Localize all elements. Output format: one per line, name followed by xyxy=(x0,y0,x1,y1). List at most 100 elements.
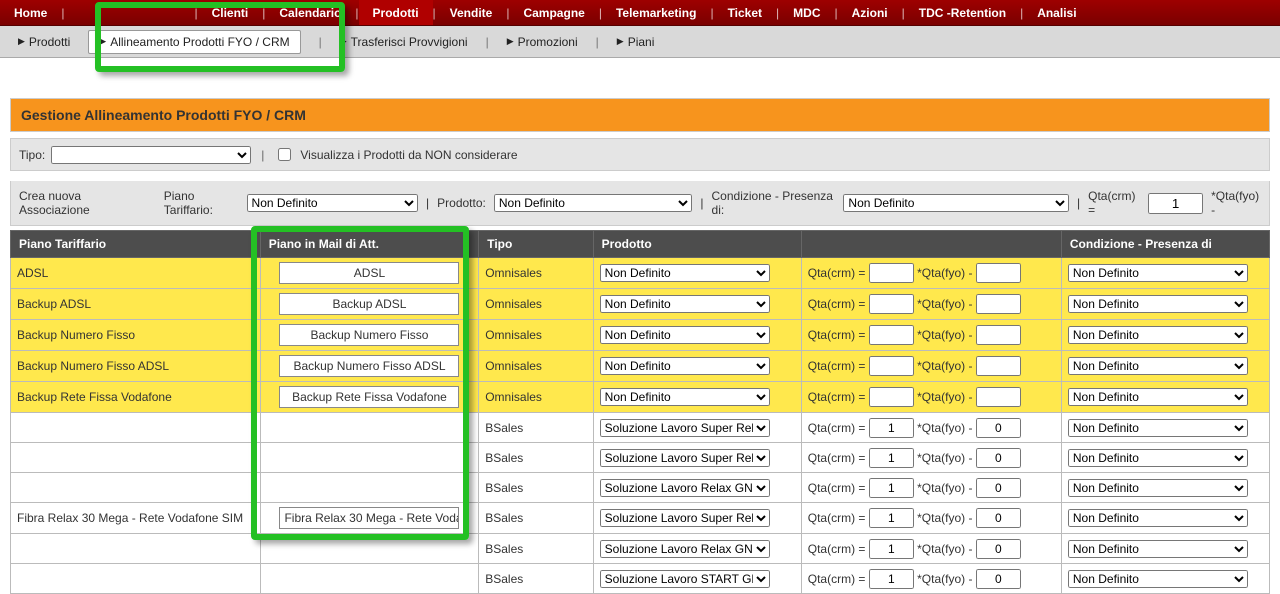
subnav-piani[interactable]: ▶ Piani xyxy=(617,35,655,49)
mail-value-button[interactable]: Backup Numero Fisso ADSL xyxy=(279,355,459,377)
cell-tipo: Omnisales xyxy=(479,351,593,382)
nav-ticket[interactable]: Ticket xyxy=(714,0,776,25)
qta-crm-row-input[interactable] xyxy=(869,356,914,376)
qta-fyo-row-input[interactable] xyxy=(976,263,1021,283)
mail-value-button[interactable]: Backup ADSL xyxy=(279,293,459,315)
nav-prodotti[interactable]: Prodotti xyxy=(359,0,433,25)
cell-mail: Backup Rete Fissa Vodafone xyxy=(260,382,479,413)
nav-hidden-2[interactable] xyxy=(124,0,194,25)
qta-fyo-row-input[interactable] xyxy=(976,539,1021,559)
table-row: BSalesSoluzione Lavoro Relax GNP UQta(cr… xyxy=(11,534,1270,564)
qta-fyo-row-input[interactable] xyxy=(976,448,1021,468)
qta-crm-row-input[interactable] xyxy=(869,294,914,314)
prodotto-row-select[interactable]: Non Definito xyxy=(600,388,770,406)
qta-fyo-prefix: *Qta(fyo) - xyxy=(914,451,976,465)
qta-crm-row-input[interactable] xyxy=(869,508,914,528)
nav-hidden-1[interactable] xyxy=(64,0,124,25)
condizione-row-select[interactable]: Non Definito xyxy=(1068,449,1248,467)
prodotto-row-select[interactable]: Non Definito xyxy=(600,326,770,344)
qta-fyo-row-input[interactable] xyxy=(976,418,1021,438)
qta-fyo-row-input[interactable] xyxy=(976,478,1021,498)
subnav-trasferisci[interactable]: ▶ Trasferisci Provvigioni xyxy=(340,35,468,49)
cell-tipo: Omnisales xyxy=(479,258,593,289)
cell-tipo: Omnisales xyxy=(479,382,593,413)
cell-mail xyxy=(260,473,479,503)
nav-clienti[interactable]: Clienti xyxy=(198,0,263,25)
prodotto-select[interactable]: Non Definito xyxy=(494,194,693,212)
th-qta xyxy=(801,231,1061,258)
condizione-row-select[interactable]: Non Definito xyxy=(1068,419,1248,437)
condizione-select[interactable]: Non Definito xyxy=(843,194,1069,212)
mail-value-button[interactable]: Backup Numero Fisso xyxy=(279,324,459,346)
qta-crm-prefix: Qta(crm) = xyxy=(808,421,869,435)
subnav-allineamento[interactable]: ▶ Allineamento Prodotti FYO / CRM xyxy=(88,30,300,54)
nav-analisi[interactable]: Analisi xyxy=(1023,0,1090,25)
nav-mdc[interactable]: MDC xyxy=(779,0,834,25)
cell-tipo: BSales xyxy=(479,473,593,503)
qta-crm-input[interactable] xyxy=(1148,193,1203,214)
mail-value-button[interactable]: Fibra Relax 30 Mega - Rete Vodaf xyxy=(279,507,459,529)
qta-crm-prefix: Qta(crm) = xyxy=(808,451,869,465)
piano-tariffario-select[interactable]: Non Definito xyxy=(247,194,418,212)
nav-tdc-retention[interactable]: TDC -Retention xyxy=(905,0,1020,25)
qta-fyo-row-input[interactable] xyxy=(976,325,1021,345)
qta-fyo-row-input[interactable] xyxy=(976,294,1021,314)
nav-azioni[interactable]: Azioni xyxy=(838,0,902,25)
condizione-row-select[interactable]: Non Definito xyxy=(1068,326,1248,344)
prodotto-row-select[interactable]: Soluzione Lavoro Super Relax ( xyxy=(600,419,770,437)
cell-condizione: Non Definito xyxy=(1061,443,1269,473)
prodotto-row-select[interactable]: Soluzione Lavoro Relax GN ULI xyxy=(600,479,770,497)
condizione-row-select[interactable]: Non Definito xyxy=(1068,479,1248,497)
tipo-label: Tipo: xyxy=(19,148,45,162)
prodotto-row-select[interactable]: Soluzione Lavoro Relax GNP U xyxy=(600,540,770,558)
cell-prodotto: Soluzione Lavoro Super Relax ( xyxy=(593,413,801,443)
table-row: ADSLADSLOmnisalesNon DefinitoQta(crm) = … xyxy=(11,258,1270,289)
subnav-label: Trasferisci Provvigioni xyxy=(351,35,468,49)
cell-tipo: BSales xyxy=(479,534,593,564)
cell-piano: Backup Numero Fisso xyxy=(11,320,261,351)
qta-fyo-row-input[interactable] xyxy=(976,387,1021,407)
prodotto-row-select[interactable]: Non Definito xyxy=(600,264,770,282)
cell-prodotto: Non Definito xyxy=(593,289,801,320)
mail-value-button[interactable]: ADSL xyxy=(279,262,459,284)
qta-crm-row-input[interactable] xyxy=(869,418,914,438)
qta-fyo-prefix: *Qta(fyo) - xyxy=(914,297,976,311)
condizione-row-select[interactable]: Non Definito xyxy=(1068,295,1248,313)
nav-calendario[interactable]: Calendario xyxy=(265,0,355,25)
qta-crm-row-input[interactable] xyxy=(869,387,914,407)
tipo-select[interactable] xyxy=(51,146,251,164)
qta-fyo-row-input[interactable] xyxy=(976,508,1021,528)
nav-vendite[interactable]: Vendite xyxy=(436,0,507,25)
prodotto-row-select[interactable]: Soluzione Lavoro Super Relax ( xyxy=(600,509,770,527)
qta-crm-row-input[interactable] xyxy=(869,325,914,345)
prodotto-row-select[interactable]: Soluzione Lavoro Super Relax ( xyxy=(600,449,770,467)
prodotto-row-select[interactable]: Non Definito xyxy=(600,295,770,313)
nav-campagne[interactable]: Campagne xyxy=(509,0,598,25)
qta-crm-row-input[interactable] xyxy=(869,478,914,498)
qta-crm-row-input[interactable] xyxy=(869,263,914,283)
condizione-row-select[interactable]: Non Definito xyxy=(1068,264,1248,282)
cell-condizione: Non Definito xyxy=(1061,413,1269,443)
subnav-prodotti[interactable]: ▶ Prodotti xyxy=(18,35,70,49)
qta-fyo-row-input[interactable] xyxy=(976,356,1021,376)
cell-piano xyxy=(11,473,261,503)
th-tipo: Tipo xyxy=(479,231,593,258)
prodotto-row-select[interactable]: Non Definito xyxy=(600,357,770,375)
nav-home[interactable]: Home xyxy=(0,0,61,25)
cell-condizione: Non Definito xyxy=(1061,503,1269,534)
qta-crm-row-input[interactable] xyxy=(869,539,914,559)
qta-crm-row-input[interactable] xyxy=(869,448,914,468)
mail-value-button[interactable]: Backup Rete Fissa Vodafone xyxy=(279,386,459,408)
pipe-sep: | xyxy=(700,196,703,210)
non-considerare-checkbox[interactable] xyxy=(278,148,291,161)
condizione-row-select[interactable]: Non Definito xyxy=(1068,357,1248,375)
top-nav: Home | | Clienti | Calendario | Prodotti… xyxy=(0,0,1280,26)
condizione-row-select[interactable]: Non Definito xyxy=(1068,388,1248,406)
nav-telemarketing[interactable]: Telemarketing xyxy=(602,0,710,25)
condizione-row-select[interactable]: Non Definito xyxy=(1068,540,1248,558)
page-title: Gestione Allineamento Prodotti FYO / CRM xyxy=(10,98,1270,132)
subnav-sep: | xyxy=(596,35,599,49)
subnav-promozioni[interactable]: ▶ Promozioni xyxy=(507,35,578,49)
qta-crm-prefix: Qta(crm) = xyxy=(808,266,869,280)
condizione-row-select[interactable]: Non Definito xyxy=(1068,509,1248,527)
